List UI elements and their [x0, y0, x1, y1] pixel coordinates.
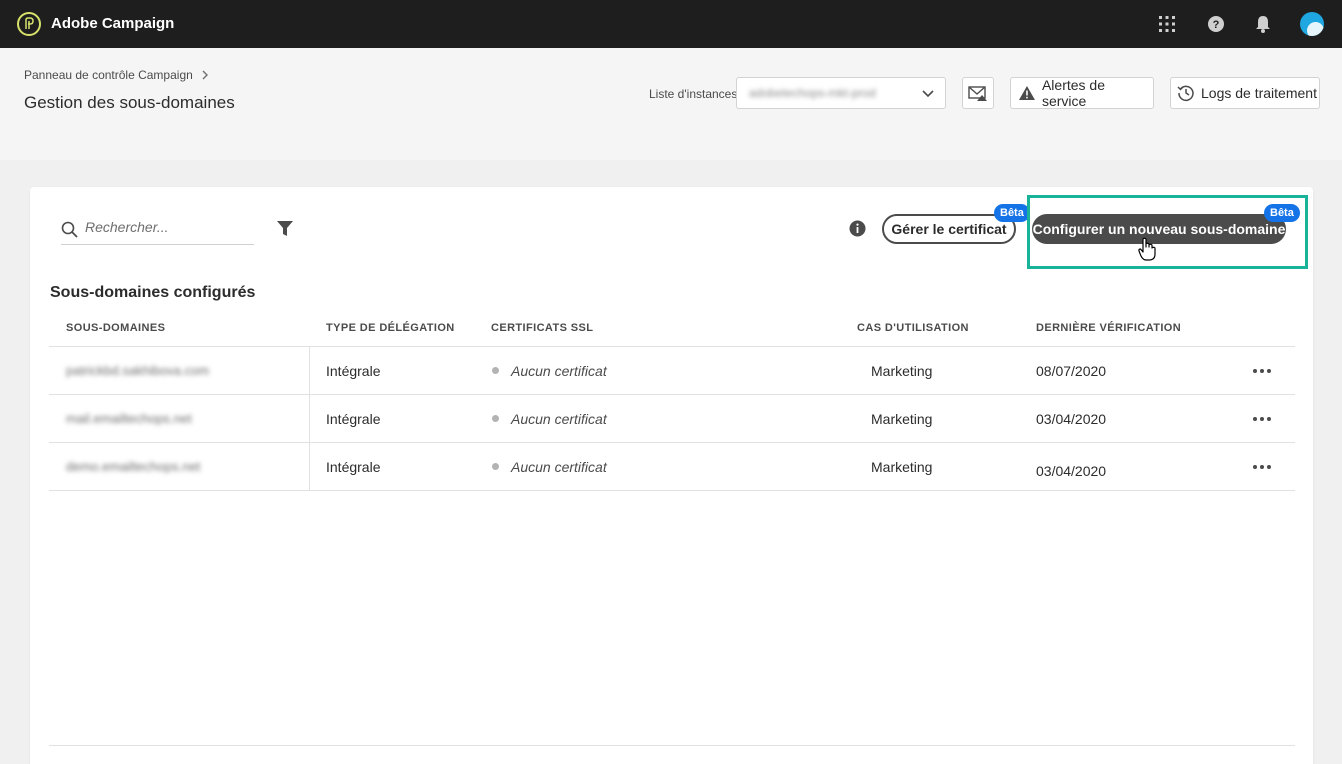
beta-badge: Bêta: [1264, 204, 1300, 222]
table-row[interactable]: mail.emailtechops.net Intégrale Aucun ce…: [49, 395, 1295, 443]
search-icon: [61, 221, 78, 238]
notifications-bell-icon[interactable]: [1251, 12, 1275, 36]
subdomain-cell[interactable]: mail.emailtechops.net: [66, 411, 192, 426]
delegation-cell: Intégrale: [326, 411, 381, 427]
ssl-cell: Aucun certificat: [511, 411, 607, 427]
usecase-cell: Marketing: [871, 459, 933, 475]
breadcrumb[interactable]: Panneau de contrôle Campaign: [24, 68, 209, 82]
usecase-cell: Marketing: [871, 363, 933, 379]
column-header-ssl-certificates[interactable]: CERTIFICATS SSL: [491, 322, 593, 334]
chevron-right-icon: [202, 70, 208, 80]
warning-icon: [1018, 86, 1035, 100]
app-title: Adobe Campaign: [51, 15, 175, 32]
processing-logs-label: Logs de traitement: [1201, 85, 1317, 101]
help-icon[interactable]: ?: [1204, 12, 1228, 36]
adobe-campaign-logo-icon[interactable]: [17, 12, 41, 36]
column-header-subdomains[interactable]: SOUS-DOMAINES: [66, 322, 165, 334]
instance-list-label: Liste d'instances: [649, 87, 738, 101]
hand-cursor-icon: [1138, 237, 1156, 266]
instance-select[interactable]: adobetechops-mkt-prod: [736, 77, 946, 109]
more-actions-icon[interactable]: [1249, 409, 1275, 429]
user-avatar[interactable]: [1300, 12, 1324, 36]
info-icon[interactable]: [849, 220, 866, 242]
beta-badge: Bêta: [994, 204, 1030, 222]
chevron-down-icon: [922, 90, 934, 98]
delegation-cell: Intégrale: [326, 363, 381, 379]
section-title: Sous-domaines configurés: [50, 284, 256, 301]
apps-grid-icon[interactable]: [1155, 12, 1179, 36]
ssl-cell: Aucun certificat: [511, 363, 607, 379]
history-clock-icon: [1177, 85, 1194, 102]
subdomains-card: Gérer le certificat Bêta Configurer un n…: [30, 187, 1313, 764]
service-alerts-button[interactable]: Alertes de service: [1010, 77, 1154, 109]
service-alerts-label: Alertes de service: [1041, 77, 1105, 109]
last-check-cell: 03/04/2020: [1036, 411, 1107, 427]
breadcrumb-link[interactable]: Panneau de contrôle Campaign: [24, 68, 193, 82]
envelope-alert-icon: [968, 86, 987, 101]
filter-icon[interactable]: [277, 220, 293, 242]
table-row[interactable]: patrickbd.sakhibova.com Intégrale Aucun …: [49, 347, 1295, 395]
configure-new-subdomain-label: Configurer un nouveau sous-domaine: [1032, 221, 1286, 237]
last-check-cell: 03/04/2020: [1036, 463, 1107, 479]
svg-text:?: ?: [1213, 19, 1220, 31]
manage-certificate-label: Gérer le certificat: [891, 221, 1007, 237]
table-row[interactable]: demo.emailtechops.net Intégrale Aucun ce…: [49, 443, 1295, 491]
table-footer-divider: [49, 745, 1295, 746]
subdomain-cell[interactable]: patrickbd.sakhibova.com: [66, 363, 209, 378]
top-bar: Adobe Campaign ?: [0, 0, 1342, 48]
processing-logs-button[interactable]: Logs de traitement: [1170, 77, 1320, 109]
column-header-delegation-type[interactable]: TYPE DE DÉLÉGATION: [326, 322, 455, 334]
more-actions-icon[interactable]: [1249, 457, 1275, 477]
usecase-cell: Marketing: [871, 411, 933, 427]
subdomain-cell[interactable]: demo.emailtechops.net: [66, 459, 200, 474]
status-dot: [492, 367, 499, 374]
configure-new-subdomain-button[interactable]: Configurer un nouveau sous-domaine: [1032, 214, 1286, 244]
page-title: Gestion des sous-domaines: [24, 93, 235, 112]
ssl-cell: Aucun certificat: [511, 459, 607, 475]
last-check-cell: 08/07/2020: [1036, 363, 1107, 379]
column-header-use-case[interactable]: CAS D'UTILISATION: [857, 322, 969, 334]
column-header-last-check[interactable]: DERNIÈRE VÉRIFICATION: [1036, 322, 1181, 334]
delegation-cell: Intégrale: [326, 459, 381, 475]
search-box[interactable]: [61, 215, 254, 245]
email-settings-button[interactable]: [962, 77, 994, 109]
status-dot: [492, 463, 499, 470]
status-dot: [492, 415, 499, 422]
search-input[interactable]: [85, 219, 245, 235]
instance-select-value: adobetechops-mkt-prod: [749, 86, 876, 100]
page-header: Panneau de contrôle Campaign Gestion des…: [0, 48, 1342, 160]
more-actions-icon[interactable]: [1249, 361, 1275, 381]
